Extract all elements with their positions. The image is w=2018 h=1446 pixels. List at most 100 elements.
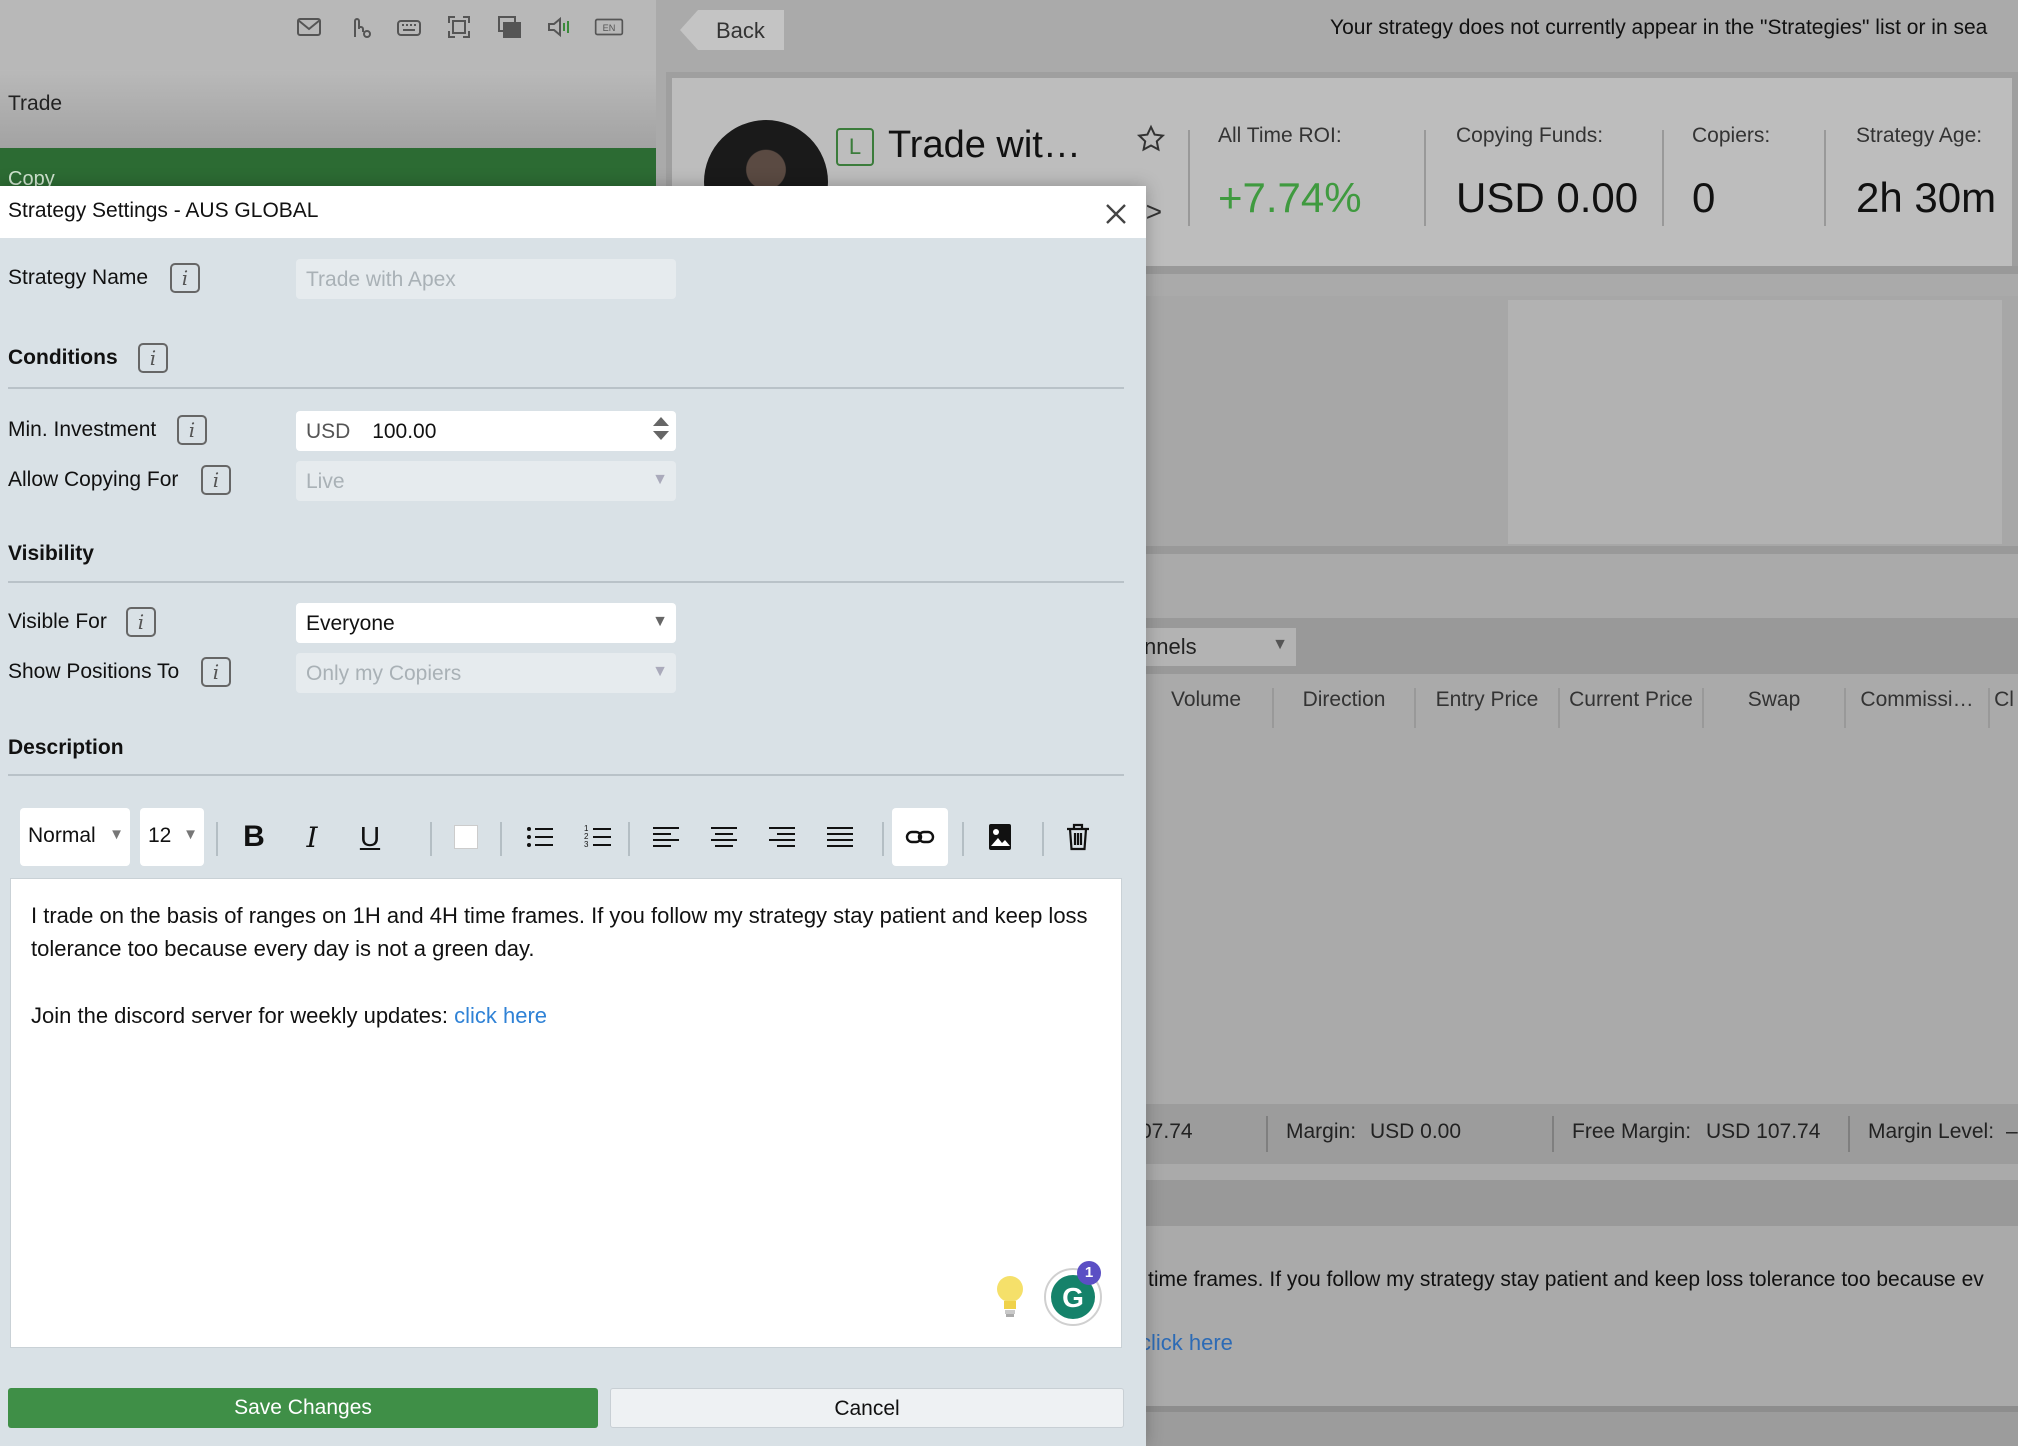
- align-left-button[interactable]: [638, 808, 694, 866]
- column-header[interactable]: Current Price: [1560, 688, 1704, 728]
- cancel-button[interactable]: Cancel: [610, 1388, 1124, 1428]
- stepper-arrows-icon[interactable]: [652, 415, 670, 447]
- min-investment-stepper[interactable]: USD 100.00: [296, 411, 676, 451]
- stat-age: Strategy Age: 2h 30m: [1856, 124, 1996, 222]
- notification-badge: 1: [1077, 1261, 1101, 1285]
- description-editor[interactable]: I trade on the basis of ranges on 1H and…: [10, 878, 1122, 1348]
- back-button[interactable]: Back: [680, 10, 784, 50]
- align-justify-icon: [827, 827, 853, 847]
- divider: [882, 822, 884, 856]
- margin-value: USD 0.00: [1370, 1120, 1462, 1143]
- allow-copying-value: Live: [306, 470, 345, 493]
- divider: [430, 822, 432, 856]
- underline-button[interactable]: U: [342, 808, 398, 866]
- insert-image-button[interactable]: [972, 808, 1028, 866]
- text-style-select[interactable]: Normal ▼: [20, 808, 130, 866]
- keyboard-icon[interactable]: [394, 12, 424, 42]
- min-investment-value: 100.00: [372, 420, 437, 443]
- visible-for-label: Visible For: [8, 610, 107, 633]
- clear-button[interactable]: [1050, 808, 1106, 866]
- chevron-down-icon: ▼: [183, 826, 198, 843]
- left-nav-trade[interactable]: Trade: [8, 92, 62, 116]
- divider: [1140, 266, 2018, 274]
- info-icon[interactable]: i: [126, 607, 156, 637]
- show-positions-value: Only my Copiers: [306, 662, 462, 685]
- stat-age-label: Strategy Age:: [1856, 124, 1983, 147]
- discord-link[interactable]: click here: [454, 1003, 547, 1028]
- allow-copying-select[interactable]: Live ▼: [296, 461, 676, 501]
- trash-icon: [1067, 823, 1089, 851]
- dialog-title: Strategy Settings - AUS GLOBAL: [8, 199, 319, 222]
- align-right-icon: [769, 827, 795, 847]
- bullet-list-button[interactable]: [512, 808, 568, 866]
- description-link[interactable]: click here: [1140, 1330, 1233, 1356]
- strategy-name-input[interactable]: Trade with Apex: [296, 259, 676, 299]
- divider: [1042, 822, 1044, 856]
- divider: [962, 822, 964, 856]
- column-header[interactable]: Volume: [1140, 688, 1274, 728]
- star-icon[interactable]: [1136, 124, 1166, 154]
- divider: [8, 774, 1124, 776]
- info-icon[interactable]: i: [170, 263, 200, 293]
- align-right-button[interactable]: [754, 808, 810, 866]
- align-justify-button[interactable]: [812, 808, 868, 866]
- info-icon[interactable]: i: [138, 343, 168, 373]
- windows-icon[interactable]: [494, 12, 524, 42]
- stat-funds: Copying Funds: USD 0.00: [1456, 124, 1638, 222]
- column-header[interactable]: Cl: [1990, 688, 2018, 728]
- italic-button[interactable]: I: [284, 808, 340, 866]
- fullscreen-icon[interactable]: [444, 12, 474, 42]
- chart-panel: [1508, 300, 2002, 544]
- stat-copiers: Copiers: 0: [1692, 124, 1770, 222]
- svg-text:G: G: [1062, 1282, 1084, 1313]
- text-style-value: Normal: [28, 824, 96, 847]
- text-color-button[interactable]: [438, 808, 494, 866]
- positions-table-header: Volume Direction Entry Price Current Pri…: [1140, 688, 2018, 728]
- margin-label: Margin:: [1286, 1120, 1357, 1143]
- stat-age-value: 2h 30m: [1856, 174, 1997, 221]
- stat-funds-value: USD 0.00: [1456, 174, 1639, 221]
- lightbulb-icon[interactable]: [993, 1273, 1027, 1319]
- dialog-header: Strategy Settings - AUS GLOBAL: [0, 186, 1146, 238]
- chevron-down-icon: ▼: [652, 613, 668, 630]
- column-header[interactable]: Commissi…: [1846, 688, 1990, 728]
- left-panel-band: [0, 70, 656, 150]
- close-icon[interactable]: [1102, 200, 1130, 228]
- divider: [8, 581, 1124, 583]
- chevron-down-icon: ▼: [652, 663, 668, 680]
- stat-divider: [1188, 130, 1190, 226]
- allow-copying-label: Allow Copying For: [8, 468, 179, 491]
- touch-settings-icon[interactable]: [344, 12, 374, 42]
- column-header[interactable]: Swap: [1704, 688, 1846, 728]
- font-size-select[interactable]: 12 ▼: [140, 808, 204, 866]
- conditions-title: Conditions: [8, 346, 118, 369]
- visible-for-value: Everyone: [306, 612, 395, 635]
- visible-for-select[interactable]: Everyone ▼: [296, 603, 676, 643]
- numbered-list-button[interactable]: 123: [570, 808, 626, 866]
- chevron-down-icon: ▼: [1272, 636, 1288, 653]
- column-header[interactable]: Direction: [1274, 688, 1416, 728]
- info-icon[interactable]: i: [201, 657, 231, 687]
- volume-icon[interactable]: [544, 12, 574, 42]
- font-size-value: 12: [148, 824, 172, 847]
- visibility-notice: Your strategy does not currently appear …: [1330, 16, 1988, 39]
- info-icon[interactable]: i: [201, 465, 231, 495]
- currency-label: USD: [306, 420, 351, 443]
- mail-icon[interactable]: [294, 12, 324, 42]
- bold-button[interactable]: B: [226, 808, 282, 866]
- show-positions-select[interactable]: Only my Copiers ▼: [296, 653, 676, 693]
- description-paragraph: Join the discord server for weekly updat…: [31, 999, 547, 1032]
- strategy-description-preview: time frames. If you follow my strategy s…: [1148, 1268, 1984, 1291]
- info-icon[interactable]: i: [177, 415, 207, 445]
- free-margin-label: Free Margin:: [1572, 1120, 1692, 1143]
- link-button[interactable]: [892, 808, 948, 866]
- align-center-button[interactable]: [696, 808, 752, 866]
- channels-select[interactable]: nnels ▼: [1140, 628, 1296, 666]
- column-header[interactable]: Entry Price: [1416, 688, 1560, 728]
- save-button[interactable]: Save Changes: [8, 1388, 598, 1428]
- svg-text:3: 3: [584, 840, 589, 849]
- visibility-title: Visibility: [8, 542, 94, 565]
- bullet-list-icon: [527, 827, 553, 847]
- language-icon[interactable]: EN: [594, 12, 624, 42]
- left-nav-copy[interactable]: Copy: [0, 148, 656, 188]
